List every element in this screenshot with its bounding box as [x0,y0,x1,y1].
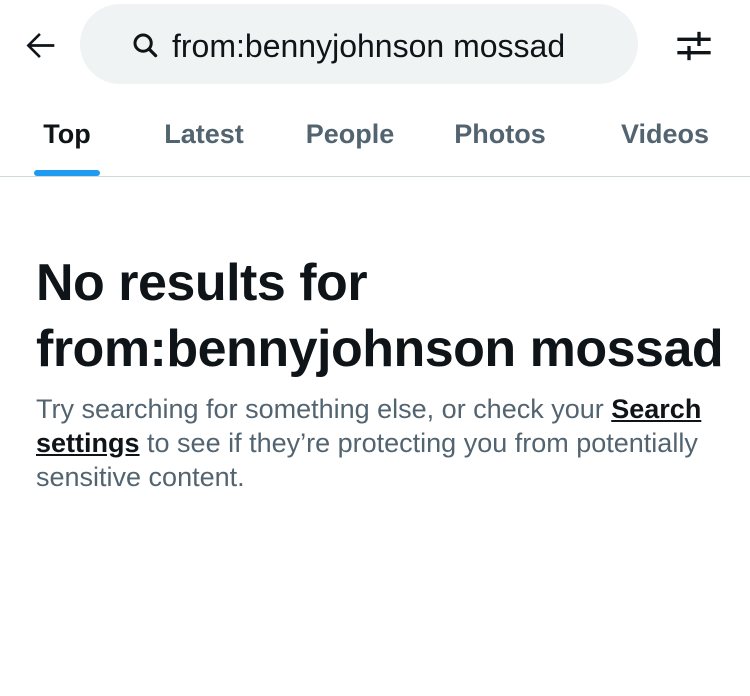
tab-photos[interactable]: Photos [444,92,556,176]
search-tabs: Top Latest People Photos Videos [0,92,750,177]
search-bar[interactable]: from:bennyjohnson mossad [80,4,638,84]
sliders-icon [677,31,711,61]
tab-videos[interactable]: Videos [608,92,722,176]
back-button[interactable] [18,22,64,68]
top-bar: from:bennyjohnson mossad [0,0,750,92]
tab-top[interactable]: Top [34,92,100,176]
active-tab-indicator [34,170,100,176]
search-filter-button[interactable] [668,20,720,72]
tab-people[interactable]: People [296,92,404,176]
empty-state-body: Try searching for something else, or che… [36,392,726,494]
empty-state-title: No results for from:bennyjohnson mossad [36,254,724,378]
arrow-left-icon [26,33,55,58]
empty-state-text-1: Try searching for something else, or che… [36,394,612,424]
tab-latest[interactable]: Latest [150,92,258,176]
empty-state: No results for from:bennyjohnson mossad … [36,250,726,494]
search-input[interactable]: from:bennyjohnson mossad [172,26,565,66]
search-icon [133,33,158,58]
